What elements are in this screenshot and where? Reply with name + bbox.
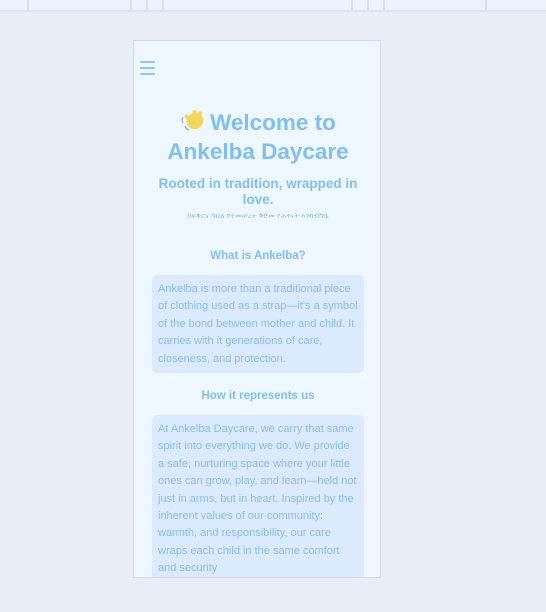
hero-subtitle: Rooted in tradition, wrapped in love. (158, 176, 358, 207)
divider (351, 0, 353, 10)
waving-hand-icon (181, 110, 204, 131)
section-card-what-is-ankelba: Ankelba is more than a traditional piece… (152, 275, 364, 373)
section-body-text: At Ankelba Daycare, we carry that same s… (158, 423, 357, 575)
divider (367, 0, 369, 10)
section-card-how-it-represents-us: At Ankelba Daycare, we carry that same s… (152, 415, 364, 577)
divider (146, 0, 148, 10)
mobile-viewport: Welcome to Ankelba Daycare Rooted in tra… (133, 40, 381, 578)
hero-amharic-tagline: በፍቅርና ባህል የተመሠረተ ቅድመ የሕፃናት እንክብካቤ (187, 213, 329, 220)
divider (383, 0, 385, 10)
section-heading-how-it-represents-us: How it represents us (201, 390, 315, 402)
divider (162, 0, 164, 10)
section-heading-what-is-ankelba: What is Ankelba? (210, 250, 306, 262)
page-title: Welcome to Ankelba Daycare (143, 107, 373, 166)
divider (130, 0, 132, 10)
background-page-strip (0, 0, 546, 12)
hamburger-menu-icon[interactable] (139, 57, 157, 77)
hero-section: Welcome to Ankelba Daycare Rooted in tra… (134, 107, 380, 222)
divider (485, 0, 487, 10)
divider (27, 0, 29, 10)
section-body-text: Ankelba is more than a traditional piece… (158, 283, 358, 365)
